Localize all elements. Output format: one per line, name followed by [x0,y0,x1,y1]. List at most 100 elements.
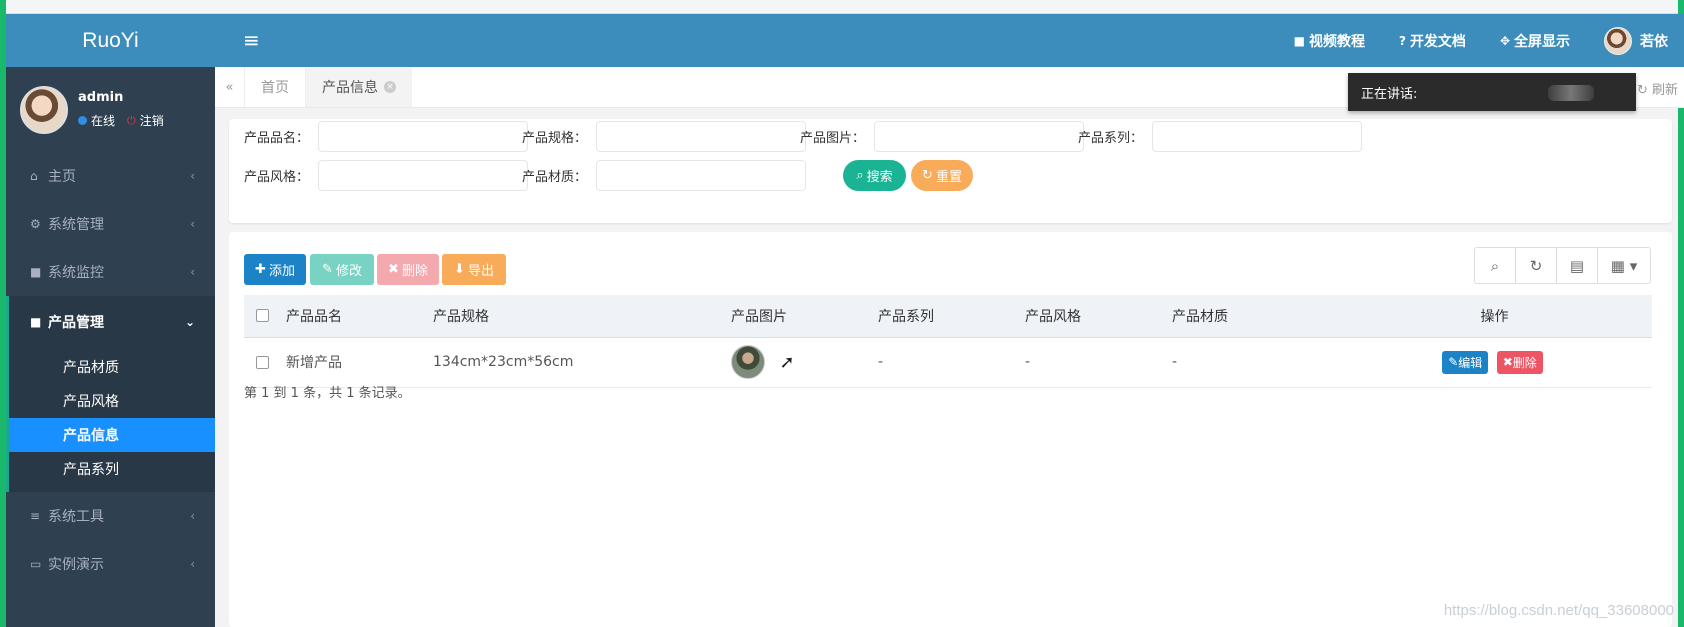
sidebar-item-label: 系统工具 [48,509,104,525]
search-field-name: 产品品名： [244,121,528,152]
sidebar-item-tools[interactable]: ≡ 系统工具 ‹ [6,492,215,540]
cell-product-name: 新增产品 [286,355,342,371]
search-field-style: 产品风格： [244,160,528,191]
edit-button[interactable]: ✎ 修改 [310,254,374,285]
video-tutorial-link[interactable]: ■ 视频教程 [1294,31,1365,51]
refresh-tab-button[interactable]: ↻ 刷新 [1637,79,1678,98]
add-button-label: 添加 [268,264,295,279]
chevron-left-icon: ‹ [190,265,195,279]
sidebar-item-home[interactable]: ⌂ 主页 ‹ [6,152,215,200]
close-icon[interactable]: × [384,81,396,93]
export-button-label: 导出 [467,264,494,279]
sidebar-item-label: 实例演示 [48,557,104,573]
refresh-icon[interactable]: ↻ [1516,248,1557,283]
sidebar-item-product[interactable]: ■ 产品管理 ⌄ [6,296,215,348]
product-image-input[interactable] [874,121,1084,152]
logout-icon[interactable]: ⏻ [127,114,136,128]
field-label: 产品材质： [522,170,588,185]
column-header[interactable]: 产品图片 [731,295,878,338]
edit-icon: ✎ [322,262,333,277]
column-header[interactable]: 产品规格 [433,295,731,338]
download-icon: ⬇ [454,262,465,277]
product-material-input[interactable] [596,160,806,191]
search-toggle-icon[interactable]: ⌕ [1475,248,1516,283]
tab-product-info[interactable]: 产品信息 × [306,67,412,107]
search-button[interactable]: ⌕ 搜索 [843,160,906,191]
row-delete-label: 删除 [1512,355,1537,370]
column-header[interactable]: 产品系列 [878,295,1025,338]
sidebar-item-system[interactable]: ⚙ 系统管理 ‹ [6,200,215,248]
reset-button-label: 重置 [935,170,962,185]
product-table: 产品品名 产品规格 产品图片 产品系列 产品风格 产品材质 操作 新增产品 13… [244,295,1652,388]
field-label: 产品规格： [522,131,588,146]
sidebar-item-label: 系统监控 [48,265,104,281]
reset-button[interactable]: ↻ 重置 [911,160,973,191]
row-edit-button[interactable]: ✎ 编辑 [1442,350,1489,374]
row-edit-label: 编辑 [1458,355,1483,370]
gear-icon: ⚙ [30,217,41,231]
blurred-name [1548,85,1594,101]
product-spec-input[interactable] [596,121,806,152]
sidebar-item-label: 系统管理 [48,217,104,233]
chevron-left-icon: ‹ [190,217,195,231]
delete-button-label: 删除 [401,264,428,279]
cell-product-image: ➚ [731,337,878,387]
column-header[interactable]: 产品品名 [286,295,433,338]
table-panel: ✚ 添加 ✎ 修改 ✖ 删除 ⬇ 导出 ⌕ ↻ ▤ ▦ ▾ 产品品名 产品规格 … [229,232,1672,627]
pagination-info: 第 1 到 1 条，共 1 条记录。 [244,386,411,401]
sidebar-item-monitor[interactable]: ■ 系统监控 ‹ [6,248,215,296]
search-button-label: 搜索 [866,170,893,185]
close-icon: ✖ [1502,355,1513,369]
cell-product-series: - [878,354,884,370]
avatar[interactable] [20,85,68,134]
close-icon: ✖ [388,262,399,277]
watermark: https://blog.csdn.net/qq_33608000 [1443,602,1674,619]
cell-actions: ✎ 编辑 ✖ 删除 [1337,337,1652,387]
tab-home[interactable]: 首页 [245,67,306,107]
columns-dropdown-icon[interactable]: ▦ ▾ [1598,248,1650,283]
product-submenu: 产品材质 产品风格 产品信息 产品系列 [6,348,215,492]
refresh-label: 刷新 [1651,83,1678,98]
product-thumbnail[interactable] [731,345,765,379]
mouse-cursor-icon: ➚ [779,351,795,373]
export-button[interactable]: ⬇ 导出 [442,254,506,285]
column-header[interactable]: 产品风格 [1025,295,1172,338]
online-status: 在线 [91,114,116,128]
sidebar-subitem-material[interactable]: 产品材质 [9,350,215,384]
product-style-input[interactable] [318,160,528,191]
home-icon: ⌂ [30,169,38,183]
row-delete-button[interactable]: ✖ 删除 [1496,350,1543,374]
chevron-left-icon: ‹ [190,509,195,523]
brand-logo[interactable]: RuoYi [6,14,215,67]
field-label: 产品图片： [800,131,866,146]
dev-docs-link[interactable]: ? 开发文档 [1399,31,1466,51]
sidebar-item-label: 产品管理 [48,315,104,331]
video-icon: ■ [30,265,42,279]
product-name-input[interactable] [318,121,528,152]
sidebar-subitem-series[interactable]: 产品系列 [9,452,215,486]
search-field-series: 产品系列： [1078,121,1362,152]
select-all-checkbox[interactable] [256,309,269,323]
product-series-input[interactable] [1152,121,1362,152]
row-checkbox[interactable] [256,355,269,369]
sidebar-subitem-style[interactable]: 产品风格 [9,384,215,418]
plus-icon: ✚ [255,262,266,277]
sidebar-subitem-info[interactable]: 产品信息 [9,418,215,452]
search-field-material: 产品材质： [522,160,806,191]
menu-toggle-icon[interactable]: ≡ [243,28,260,52]
header-link-label: 全屏显示 [1514,33,1570,50]
logout-link[interactable]: 注销 [140,112,164,129]
question-circle-icon: ? [1398,33,1406,48]
header-user-menu[interactable]: 若依 [1604,26,1668,55]
chevron-down-icon: ⌄ [184,315,195,329]
delete-button[interactable]: ✖ 删除 [377,254,439,285]
table-row[interactable]: 新增产品 134cm*23cm*56cm ➚ - - - ✎ 编辑 ✖ 删除 [244,337,1652,387]
list-view-icon[interactable]: ▤ [1557,248,1598,283]
column-header[interactable]: 产品材质 [1172,295,1337,338]
fullscreen-link[interactable]: ✥ 全屏显示 [1500,31,1570,51]
sidebar-item-demo[interactable]: ▭ 实例演示 ‹ [6,540,215,588]
bars-icon: ≡ [30,509,41,523]
tab-scroll-left-icon[interactable]: « [215,67,245,107]
header-link-label: 视频教程 [1308,33,1365,50]
add-button[interactable]: ✚ 添加 [244,254,306,285]
